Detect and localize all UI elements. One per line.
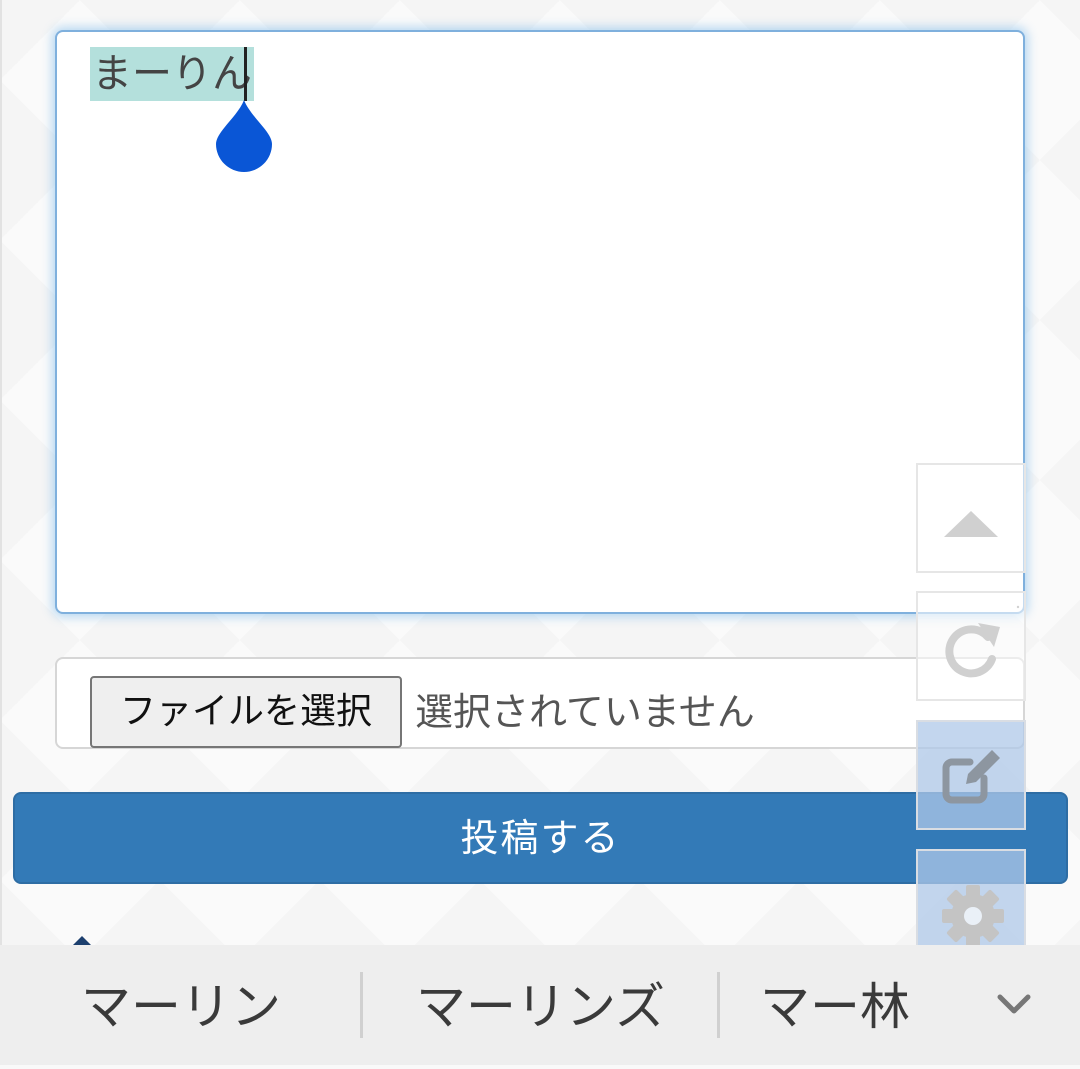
gear-icon bbox=[942, 885, 1004, 947]
suggestion-item[interactable]: マーリンズ bbox=[363, 945, 718, 1065]
submit-button[interactable]: 投稿する bbox=[13, 792, 1068, 884]
composing-text: まーりん bbox=[90, 47, 254, 101]
choose-file-button[interactable]: ファイルを選択 bbox=[90, 676, 402, 748]
file-input-row: ファイルを選択 選択されていません bbox=[55, 657, 1025, 749]
triangle-up-icon bbox=[944, 511, 998, 537]
edit-button[interactable] bbox=[916, 720, 1026, 830]
suggestion-item[interactable]: マー林 bbox=[720, 945, 950, 1065]
ime-suggestion-bar: マーリン マーリンズ マー林 bbox=[0, 945, 1080, 1065]
suggestion-item[interactable]: マーリン bbox=[0, 945, 362, 1065]
post-textarea[interactable]: まーりん bbox=[55, 30, 1025, 614]
edit-icon bbox=[942, 750, 1000, 804]
text-caret bbox=[244, 47, 247, 101]
chevron-down-icon[interactable] bbox=[990, 985, 1038, 1025]
file-status-text: 選択されていません bbox=[415, 690, 755, 734]
caret-handle-icon[interactable] bbox=[216, 98, 272, 172]
refresh-icon bbox=[945, 623, 1000, 678]
scroll-top-button[interactable] bbox=[916, 463, 1026, 573]
reload-button[interactable] bbox=[916, 591, 1026, 701]
settings-button[interactable] bbox=[916, 849, 1026, 959]
page-left-border bbox=[0, 0, 2, 945]
